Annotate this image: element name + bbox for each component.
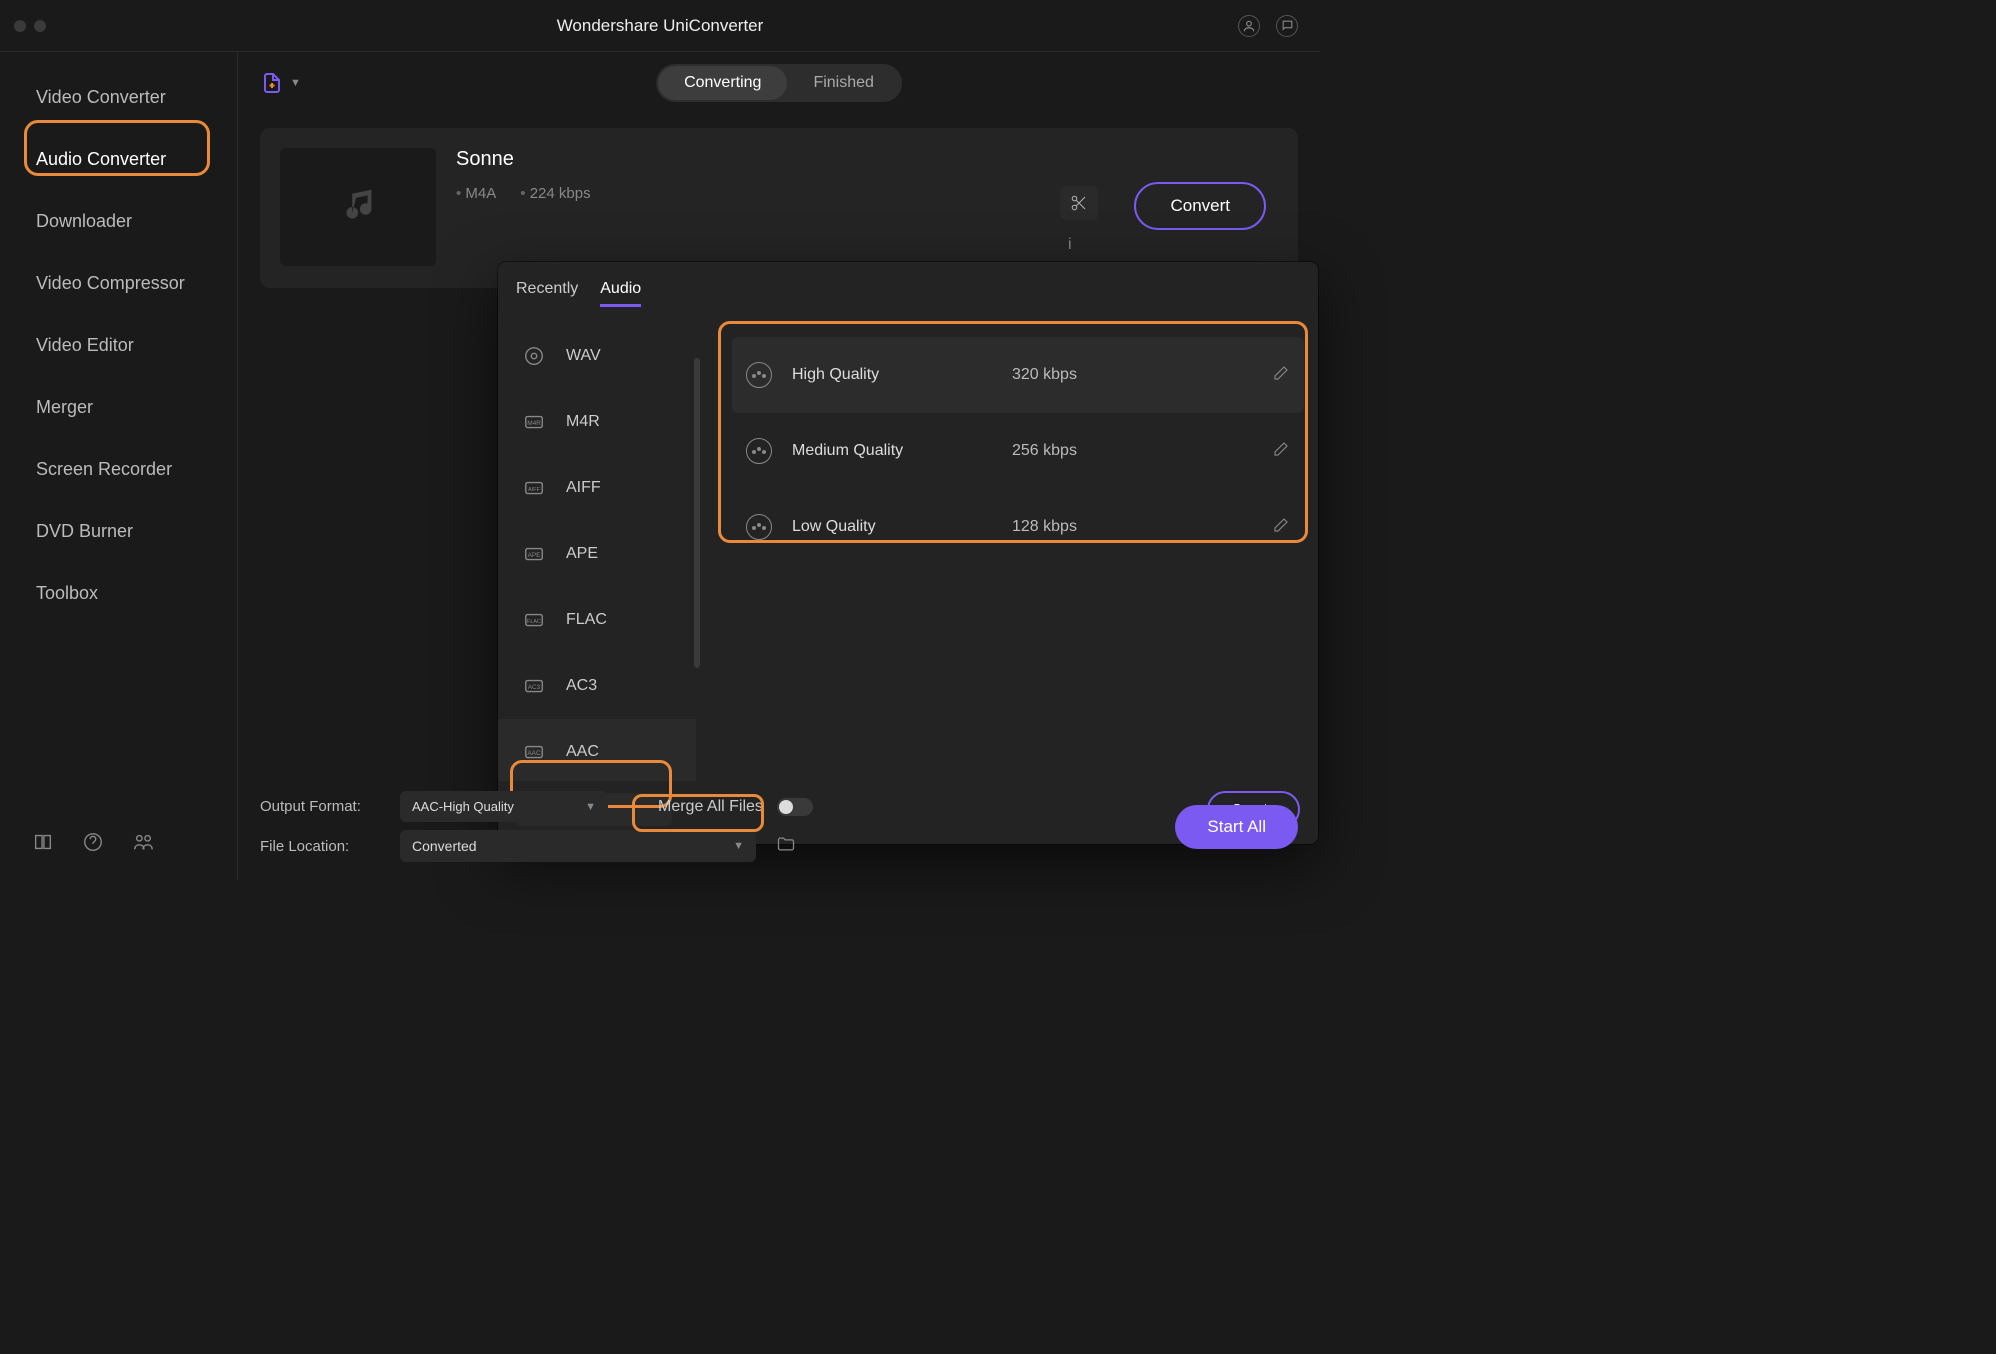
sidebar-item-video-converter[interactable]: Video Converter <box>0 66 237 128</box>
edit-toolbar[interactable] <box>1060 186 1098 220</box>
quality-row-low[interactable]: Low Quality 128 kbps <box>732 489 1304 565</box>
quality-icon <box>746 362 772 388</box>
sidebar-item-video-compressor[interactable]: Video Compressor <box>0 252 237 314</box>
svg-text:AIFF: AIFF <box>528 487 541 493</box>
convert-button[interactable]: Convert <box>1134 182 1266 230</box>
quality-icon <box>746 514 772 540</box>
format-item-ape[interactable]: APEAPE <box>498 521 696 587</box>
merge-toggle[interactable] <box>777 798 813 816</box>
sidebar-item-dvd-burner[interactable]: DVD Burner <box>0 500 237 562</box>
svg-text:AAC: AAC <box>527 750 541 757</box>
file-icon: M4R <box>520 411 548 433</box>
bottom-bar: Output Format: AAC-High Quality▼ Merge A… <box>238 777 1320 880</box>
output-format-dropdown[interactable]: AAC-High Quality▼ <box>400 791 608 822</box>
disc-icon <box>520 345 548 367</box>
sidebar-item-merger[interactable]: Merger <box>0 376 237 438</box>
sidebar-item-video-editor[interactable]: Video Editor <box>0 314 237 376</box>
close-icon[interactable] <box>14 20 26 32</box>
add-file-button[interactable]: ▼ <box>260 71 301 95</box>
file-bitrate: 224 kbps <box>520 185 590 202</box>
info-icon[interactable]: i <box>1068 236 1088 256</box>
content-area: ▼ Converting Finished Sonne M4A 224 kbps <box>238 52 1320 880</box>
file-icon: FLAC <box>520 609 548 631</box>
file-thumbnail <box>280 148 436 266</box>
file-location-dropdown[interactable]: Converted▼ <box>400 830 756 862</box>
help-icon[interactable] <box>82 831 104 858</box>
file-icon: AC3 <box>520 675 548 697</box>
sidebar-item-toolbox[interactable]: Toolbox <box>0 562 237 624</box>
file-icon: APE <box>520 543 548 565</box>
minimize-icon[interactable] <box>34 20 46 32</box>
start-all-button[interactable]: Start All <box>1175 805 1298 849</box>
file-format: M4A <box>456 185 496 202</box>
sidebar: Video Converter Audio Converter Download… <box>0 52 238 880</box>
merge-label: Merge All Files <box>658 798 763 816</box>
account-icon[interactable] <box>1238 15 1260 37</box>
quality-list: High Quality 320 kbps Medium Quality 256… <box>696 317 1318 781</box>
file-meta: M4A 224 kbps <box>456 185 591 202</box>
file-title: Sonne <box>456 148 591 171</box>
output-format-label: Output Format: <box>260 798 390 815</box>
format-list[interactable]: WAV M4RM4R AIFFAIFF APEAPE FLACFLAC AC3A… <box>498 317 696 781</box>
file-icon: AIFF <box>520 477 548 499</box>
title-bar: Wondershare UniConverter <box>0 0 1320 52</box>
format-item-aiff[interactable]: AIFFAIFF <box>498 455 696 521</box>
tutorials-icon[interactable] <box>32 831 54 858</box>
open-folder-icon[interactable] <box>776 834 1165 859</box>
edit-preset-icon[interactable] <box>1272 440 1290 463</box>
chevron-down-icon: ▼ <box>733 840 744 852</box>
status-tabs: Converting Finished <box>656 64 902 102</box>
format-item-aac[interactable]: AACAAC <box>498 719 696 781</box>
popup-tab-audio[interactable]: Audio <box>600 280 641 307</box>
community-icon[interactable] <box>132 831 154 858</box>
svg-text:AC3: AC3 <box>528 684 541 691</box>
format-item-ac3[interactable]: AC3AC3 <box>498 653 696 719</box>
chevron-down-icon: ▼ <box>585 801 596 813</box>
tab-converting[interactable]: Converting <box>658 66 787 100</box>
format-item-flac[interactable]: FLACFLAC <box>498 587 696 653</box>
file-location-label: File Location: <box>260 838 390 855</box>
popup-tab-recently[interactable]: Recently <box>516 280 578 307</box>
quality-row-high[interactable]: High Quality 320 kbps <box>732 337 1304 413</box>
svg-text:M4R: M4R <box>527 420 541 427</box>
app-title: Wondershare UniConverter <box>557 16 764 36</box>
svg-text:FLAC: FLAC <box>527 619 541 625</box>
format-item-m4r[interactable]: M4RM4R <box>498 389 696 455</box>
merge-toggle-row: Merge All Files <box>658 798 1165 816</box>
feedback-icon[interactable] <box>1276 15 1298 37</box>
sidebar-item-audio-converter[interactable]: Audio Converter <box>0 128 237 190</box>
window-controls[interactable] <box>0 20 46 32</box>
tab-finished[interactable]: Finished <box>787 66 899 100</box>
file-icon: AAC <box>520 741 548 763</box>
sidebar-item-screen-recorder[interactable]: Screen Recorder <box>0 438 237 500</box>
format-item-wav[interactable]: WAV <box>498 323 696 389</box>
edit-preset-icon[interactable] <box>1272 516 1290 539</box>
trim-icon[interactable] <box>1070 194 1088 212</box>
svg-text:APE: APE <box>528 552 541 559</box>
chevron-down-icon: ▼ <box>290 77 301 89</box>
quality-icon <box>746 438 772 464</box>
edit-preset-icon[interactable] <box>1272 364 1290 387</box>
format-popup: Recently Audio WAV M4RM4R AIFFAIFF APEAP… <box>498 262 1318 844</box>
quality-row-medium[interactable]: Medium Quality 256 kbps <box>732 413 1304 489</box>
sidebar-item-downloader[interactable]: Downloader <box>0 190 237 252</box>
